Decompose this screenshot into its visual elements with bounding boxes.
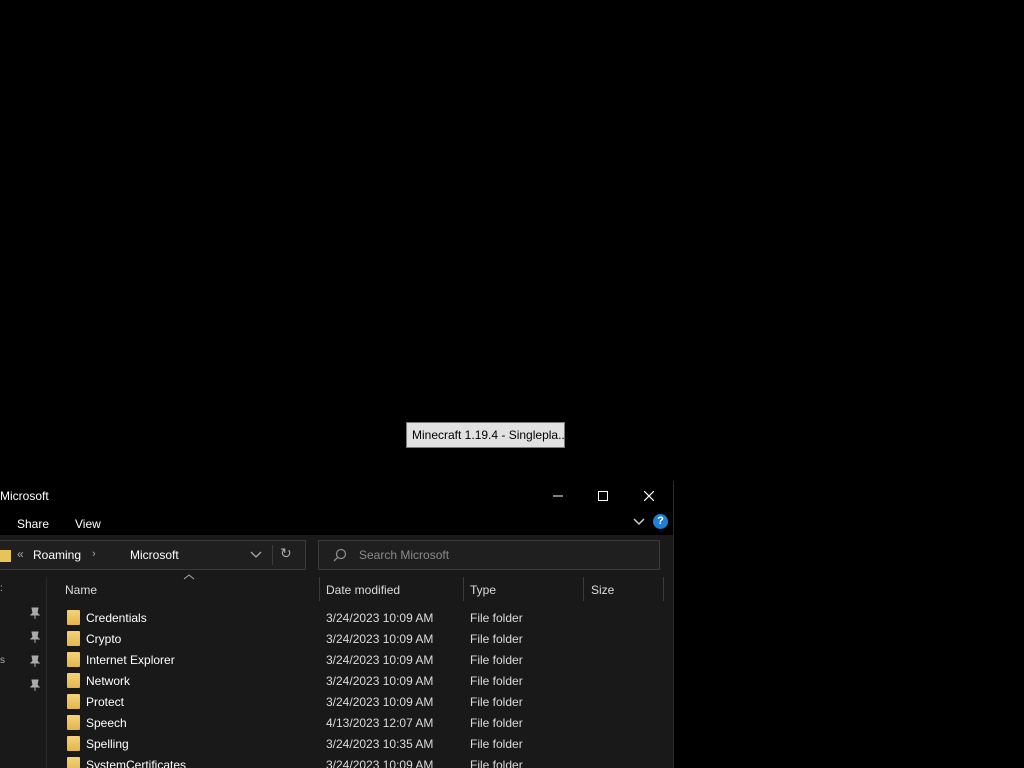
nav-item-fragment[interactable]: : — [0, 583, 3, 594]
navigation-pane[interactable]: : s — [0, 577, 47, 768]
file-name: Credentials — [86, 611, 147, 625]
pin-icon — [30, 607, 40, 619]
nav-item-fragment[interactable]: s — [0, 655, 5, 666]
file-row[interactable]: Network 3/24/2023 10:09 AM File folder — [47, 671, 673, 692]
folder-icon — [67, 736, 80, 751]
address-row: « Roaming › Microsoft ↻ Search Microsoft — [0, 535, 673, 577]
search-input[interactable]: Search Microsoft — [318, 540, 660, 570]
address-divider — [272, 545, 273, 565]
folder-icon — [67, 757, 80, 768]
tab-view[interactable]: View — [75, 517, 101, 531]
column-header-date-modified[interactable]: Date modified — [326, 583, 400, 597]
refresh-icon[interactable]: ↻ — [280, 545, 292, 562]
breadcrumb-separator-icon[interactable]: › — [92, 548, 96, 560]
taskbar-preview-tooltip[interactable]: Minecraft 1.19.4 - Singlepla... — [406, 422, 565, 448]
overflow-chevron-icon[interactable]: « — [17, 547, 24, 561]
file-date: 3/24/2023 10:09 AM — [326, 611, 434, 625]
file-list: Credentials 3/24/2023 10:09 AM File fold… — [47, 608, 673, 768]
column-header-type[interactable]: Type — [470, 583, 496, 597]
pin-icon — [30, 631, 40, 643]
file-date: 3/24/2023 10:35 AM — [326, 737, 434, 751]
file-row[interactable]: Protect 3/24/2023 10:09 AM File folder — [47, 692, 673, 713]
help-icon[interactable]: ? — [653, 514, 668, 529]
column-headers: Name Date modified Type Size — [47, 574, 673, 601]
folder-icon — [67, 715, 80, 730]
address-dropdown-icon[interactable] — [250, 550, 262, 560]
close-button[interactable] — [626, 481, 672, 511]
file-date: 4/13/2023 12:07 AM — [326, 716, 434, 730]
file-type: File folder — [470, 737, 523, 751]
file-row[interactable]: Credentials 3/24/2023 10:09 AM File fold… — [47, 608, 673, 629]
close-icon — [644, 491, 654, 501]
column-divider[interactable] — [319, 577, 320, 601]
sort-ascending-icon — [183, 574, 195, 580]
file-name: Network — [86, 674, 131, 688]
file-type: File folder — [470, 716, 523, 730]
window-title: Microsoft — [0, 489, 49, 503]
folder-icon — [67, 673, 80, 688]
file-date: 3/24/2023 10:09 AM — [326, 695, 434, 709]
breadcrumb-microsoft[interactable]: Microsoft — [130, 548, 179, 562]
file-date: 3/24/2023 10:09 AM — [326, 653, 434, 667]
pin-icon — [30, 679, 40, 691]
file-type: File folder — [470, 632, 523, 646]
file-row[interactable]: Internet Explorer 3/24/2023 10:09 AM Fil… — [47, 650, 673, 671]
file-row[interactable]: Speech 4/13/2023 12:07 AM File folder — [47, 713, 673, 734]
file-name: Crypto — [86, 632, 122, 646]
file-date: 3/24/2023 10:09 AM — [326, 632, 434, 646]
file-date: 3/24/2023 10:09 AM — [326, 758, 434, 768]
file-type: File folder — [470, 611, 523, 625]
breadcrumb-roaming[interactable]: Roaming — [33, 548, 81, 562]
file-type: File folder — [470, 653, 523, 667]
folder-icon — [67, 694, 80, 709]
file-name: Internet Explorer — [86, 653, 175, 667]
file-name: Protect — [86, 695, 125, 709]
search-placeholder: Search Microsoft — [359, 548, 450, 562]
search-icon — [333, 548, 347, 562]
column-divider[interactable] — [463, 577, 464, 601]
file-name: SystemCertificates — [86, 758, 187, 768]
file-name: Speech — [86, 716, 127, 730]
minimize-icon — [553, 495, 563, 497]
file-type: File folder — [470, 695, 523, 709]
minimize-button[interactable] — [535, 481, 581, 511]
file-type: File folder — [470, 674, 523, 688]
tab-share[interactable]: Share — [17, 517, 49, 531]
folder-icon — [0, 550, 11, 562]
folder-icon — [67, 631, 80, 646]
file-name: Spelling — [86, 737, 129, 751]
title-bar[interactable]: Microsoft — [0, 481, 673, 511]
column-divider[interactable] — [663, 577, 664, 601]
column-divider[interactable] — [583, 577, 584, 601]
file-row[interactable]: Crypto 3/24/2023 10:09 AM File folder — [47, 629, 673, 650]
column-header-name[interactable]: Name — [65, 583, 97, 597]
ribbon-tabs: Share View — [0, 511, 673, 535]
file-row[interactable]: Spelling 3/24/2023 10:35 AM File folder — [47, 734, 673, 755]
maximize-button[interactable] — [580, 481, 626, 511]
folder-icon — [67, 652, 80, 667]
file-date: 3/24/2023 10:09 AM — [326, 674, 434, 688]
expand-ribbon-chevron-icon[interactable] — [633, 517, 645, 527]
address-bar[interactable]: « Roaming › Microsoft ↻ — [0, 540, 306, 570]
folder-icon — [67, 610, 80, 625]
column-header-size[interactable]: Size — [591, 583, 614, 597]
file-type: File folder — [470, 758, 523, 768]
file-explorer-window: Microsoft Share View ? « Roaming › Micro… — [0, 481, 674, 768]
file-row[interactable]: SystemCertificates 3/24/2023 10:09 AM Fi… — [47, 755, 673, 768]
pin-icon — [30, 655, 40, 667]
maximize-icon — [598, 491, 608, 501]
